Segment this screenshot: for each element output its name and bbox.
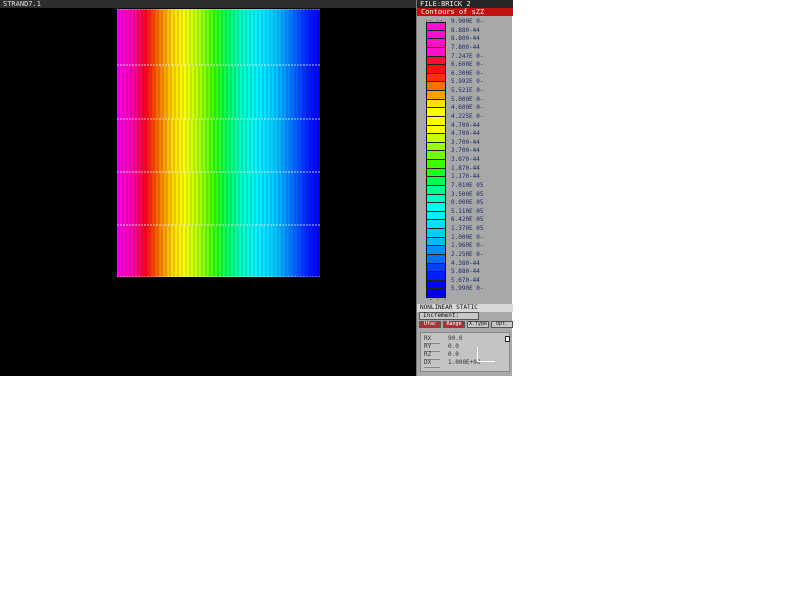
legend-label: 4.225E 0- [451,112,484,120]
legend-label: 2.250E 0- [451,250,484,258]
legend-swatch [426,185,446,195]
legend-swatch [426,246,446,255]
coord-row-ry: RY 0.0 [424,343,459,352]
legend-label: 5.880-44 [451,268,480,276]
mesh-overlay [117,9,320,277]
coord-key: DX [424,359,440,368]
legend-swatch [426,91,446,100]
coord-row-dx: DX 1.000E+00 [424,359,481,368]
legend-label: 5.521E 0- [451,87,484,94]
legend-swatch [426,160,446,169]
legend-title: Contours of sZZ [417,8,513,16]
legend-swatch [426,237,446,247]
legend-swatch [426,56,446,66]
legend-label: 1.370E 05 [451,225,484,232]
ufac-button[interactable]: Ufac [419,321,441,328]
coord-value: 1.000E+00 [448,359,481,366]
view-coordinates-box: RX 90.0 RY 0.0 RZ 0.0 DX 1.000E+00 [420,332,510,372]
legend-label: 4.700-44 [451,121,480,129]
legend-label: 5.670-44 [451,276,480,284]
legend-swatch [426,229,446,238]
legend-label: 7.247E 0- [451,52,484,60]
legend-swatch [426,22,446,31]
legend-swatch [426,203,446,212]
legend-label: 4.600E 0- [451,104,484,112]
legend-footer: - - - [429,296,448,303]
legend-label: 3.070-44 [451,156,480,163]
legend-label: 3.700-44 [451,138,480,146]
legend-label: 1.000E 0- [451,233,484,241]
coord-row-rz: RZ 0.0 [424,351,459,360]
legend-label: 6.300E 0- [451,69,484,77]
legend-label: 5.000E 0- [451,95,484,103]
legend-swatch [426,220,446,229]
legend-label: 6.600E 0- [451,61,484,69]
application-window: STRAND7.1 FILE:BRICK 2 Contours of sZZ -… [0,0,513,376]
panel-title: FILE:BRICK 2 [417,0,513,8]
legend-label: 7.800-44 [451,43,480,51]
legend-label: 5.992E 0- [451,78,484,86]
legend-swatch [426,211,446,221]
axis-triad-x-icon [477,361,495,362]
xtype-button[interactable]: X.Type [467,321,489,328]
legend-swatch [426,177,446,186]
legend-swatch [426,108,446,117]
contour-legend: 9.900E 0- 8.880-44 8.800-44 7.800-44 7.247E … [426,18,506,298]
increment-selector[interactable]: Increment: [419,312,479,320]
legend-swatch [426,73,446,83]
coord-value: 0.0 [448,351,459,358]
model-viewport[interactable]: STRAND7.1 [0,0,416,376]
analysis-type-label: NONLINEAR STATIC [417,304,513,312]
legend-label: 8.800-44 [451,35,480,43]
legend-swatch [426,280,446,290]
legend-label: 4.380-44 [451,259,480,267]
legend-swatch [426,151,446,160]
viewport-title: STRAND7.1 [0,0,416,8]
legend-label: 5.110E 05 [451,207,484,215]
legend-swatch [426,254,446,264]
contour-plot[interactable] [117,9,320,277]
legend-swatch [426,30,446,40]
legend-label: 4.700-44 [451,130,480,138]
legend-swatch [426,168,446,178]
coord-value: 0.0 [448,343,459,350]
legend-swatch [426,134,446,143]
legend-label: 5.990E 0- [451,285,484,293]
legend-swatch [426,47,446,57]
legend-swatch [426,142,446,152]
legend-label: 1.960E 0- [451,242,484,250]
legend-label: 3.700-44 [451,147,480,155]
legend-swatch [426,82,446,91]
legend-label: 3.500E 05 [451,190,484,198]
range-button[interactable]: Range [443,321,465,328]
legend-swatch [426,194,446,204]
legend-swatch [426,116,446,126]
axis-triad-icon [477,347,478,361]
legend-swatch [426,39,446,48]
scroll-toggle-button[interactable] [505,336,510,342]
legend-label: 7.010E 05 [451,181,484,189]
contour-panel: FILE:BRICK 2 Contours of sZZ -- -- 9.900… [416,0,513,376]
legend-label: 1.170-44 [451,173,480,181]
coord-value: 90.0 [448,335,463,342]
legend-swatch [426,65,446,74]
legend-label: 8.880-44 [451,26,480,34]
panel-button-bar: Ufac Range X.Type Opt. [417,320,513,329]
legend-label: 6.420E 05 [451,216,484,224]
legend-swatch [426,125,446,135]
legend-label: 0.000E 05 [451,199,484,207]
legend-label: 1.870-44 [451,164,480,172]
legend-swatch [426,272,446,281]
legend-label: 9.900E 0- [451,18,484,25]
options-button[interactable]: Opt. [491,321,513,328]
coord-row-rx: RX 90.0 [424,335,463,344]
legend-swatch [426,99,446,109]
legend-swatch [426,263,446,273]
